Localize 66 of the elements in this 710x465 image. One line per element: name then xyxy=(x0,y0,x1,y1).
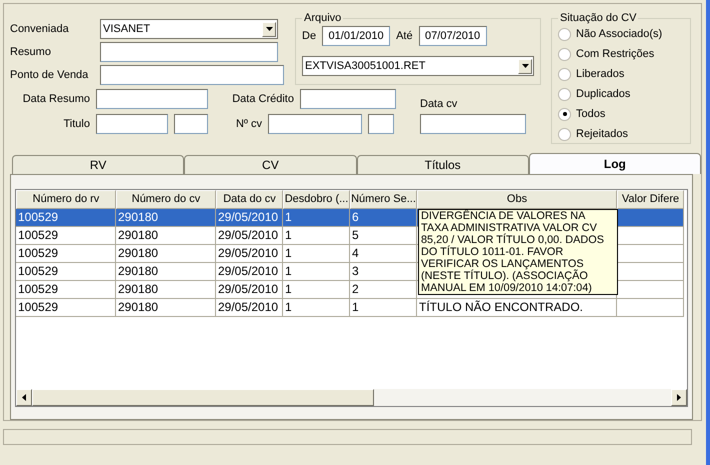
field-label: Resumo xyxy=(10,46,52,58)
table-cell[interactable]: 29/05/2010 xyxy=(216,208,283,227)
data-credito-field[interactable] xyxy=(300,89,396,109)
field-label: Até xyxy=(396,30,413,42)
scroll-left-icon[interactable] xyxy=(16,388,32,406)
field-label: Titulo xyxy=(62,118,90,130)
table-cell[interactable]: 1 xyxy=(283,298,350,317)
field-label: Conveniada xyxy=(10,23,70,35)
radio-option[interactable]: Liberados xyxy=(558,64,684,84)
table-cell[interactable]: 1 xyxy=(350,298,417,317)
radio-button[interactable] xyxy=(558,128,571,140)
radio-option[interactable]: Com Restrições xyxy=(558,44,684,64)
table-cell[interactable]: 100529 xyxy=(16,208,116,227)
tooltip: DIVERGÊNCIA DE VALORES NA TAXA ADMINISTRATIVA VALOR CV 85,20 / VALOR TÍTULO 0,00. DADOS DO TÍTULO 1011-01. FAVOR VERIFICAR OS LANÇAMENTOS (NESTE TÍTULO). (ASSOCIAÇÃO MANUAL EM 10/09/2010 14:07:04) xyxy=(418,208,618,295)
radio-option[interactable]: Rejeitados xyxy=(558,124,684,144)
radio-option[interactable]: Não Associado(s) xyxy=(558,24,684,44)
group-title: Arquivo xyxy=(303,12,342,24)
date-field[interactable]: 01/01/2010 xyxy=(322,26,390,46)
titulo-suffix-field[interactable] xyxy=(174,114,208,134)
column-header[interactable]: Data do cv xyxy=(216,190,283,209)
date-field[interactable]: 07/07/2010 xyxy=(418,26,487,46)
numero-cv-field[interactable] xyxy=(268,114,362,134)
radio-button[interactable] xyxy=(558,68,571,80)
numero-cv-suffix-field[interactable] xyxy=(368,114,394,134)
radio-button[interactable] xyxy=(558,28,571,40)
column-header[interactable]: Número Se... xyxy=(350,190,417,209)
field-label: Ponto de Venda xyxy=(10,69,90,81)
ponto-de-venda-field[interactable] xyxy=(100,65,284,85)
horizontal-scrollbar[interactable] xyxy=(16,388,687,406)
tab[interactable]: RV xyxy=(12,154,184,174)
radio-button[interactable] xyxy=(558,108,571,120)
resumo-field[interactable] xyxy=(100,42,278,62)
scroll-right-icon[interactable] xyxy=(671,388,687,406)
table-cell[interactable] xyxy=(617,298,684,317)
field-label: Data cv xyxy=(420,98,458,110)
column-header[interactable]: Número do cv xyxy=(116,190,216,209)
data-cv-field[interactable] xyxy=(420,114,526,134)
radio-option[interactable]: Todos xyxy=(558,104,684,124)
table-cell[interactable] xyxy=(617,208,684,227)
radio-option[interactable]: Duplicados xyxy=(558,84,684,104)
field-label: Nº cv xyxy=(234,118,262,130)
field-label: Data Resumo xyxy=(22,93,90,105)
radio-button[interactable] xyxy=(558,48,571,60)
tab[interactable]: CV xyxy=(184,154,356,174)
table-cell[interactable]: 29/05/2010 xyxy=(216,298,283,317)
tab[interactable]: Log xyxy=(528,152,701,174)
column-header[interactable]: Desdobro (... xyxy=(283,190,350,209)
conveniada-dropdown[interactable]: VISANET xyxy=(100,19,278,39)
file-dropdown[interactable]: EXTVISA30051001.RET xyxy=(302,56,534,76)
table-cell[interactable]: 290180 xyxy=(116,208,216,227)
column-header[interactable]: Valor Difere xyxy=(617,190,684,209)
column-header[interactable]: Obs xyxy=(417,190,617,209)
column-header[interactable]: Número do rv xyxy=(16,190,116,209)
group-title: Situação do CV xyxy=(559,12,638,24)
field-label: De xyxy=(302,30,316,42)
field-label: Data Crédito xyxy=(231,93,294,105)
table-cell[interactable]: TÍTULO NÃO ENCONTRADO. xyxy=(417,298,617,317)
table-cell[interactable]: 1 xyxy=(283,208,350,227)
table-cell[interactable]: 6 xyxy=(350,208,417,227)
data-resumo-field[interactable] xyxy=(96,89,208,109)
tab[interactable]: Títulos xyxy=(356,154,529,174)
table-cell[interactable]: 290180 xyxy=(116,298,216,317)
titulo-field[interactable] xyxy=(96,114,168,134)
table-cell[interactable]: 100529 xyxy=(16,298,116,317)
scroll-thumb[interactable] xyxy=(32,388,374,406)
radio-button[interactable] xyxy=(558,88,571,100)
